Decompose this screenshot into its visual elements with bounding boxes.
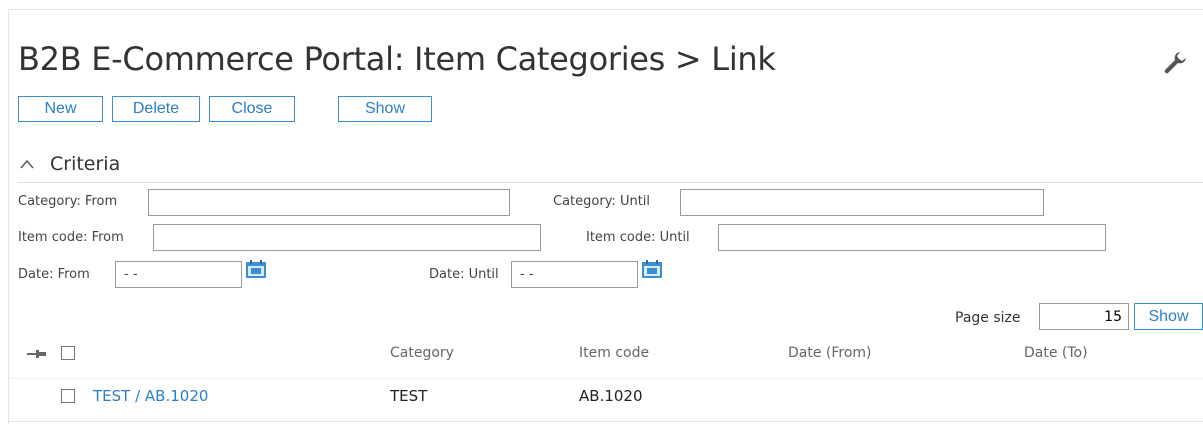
- date-from-input[interactable]: [115, 261, 242, 288]
- item-code-from-input[interactable]: [153, 224, 541, 251]
- new-button[interactable]: New: [18, 96, 103, 122]
- column-header-date-from[interactable]: Date (From): [788, 345, 872, 361]
- close-button[interactable]: Close: [209, 96, 295, 122]
- column-header-date-to[interactable]: Date (To): [1024, 345, 1088, 361]
- date-until-label: Date: Until: [429, 267, 499, 282]
- category-until-input[interactable]: [680, 189, 1044, 216]
- select-all-checkbox[interactable]: [61, 346, 75, 360]
- item-code-until-input[interactable]: [718, 224, 1106, 251]
- calendar-icon[interactable]: [641, 259, 663, 279]
- category-until-label: Category: Until: [553, 194, 651, 209]
- column-header-item-code[interactable]: Item code: [579, 345, 649, 361]
- table-row-link[interactable]: TEST / AB.1020: [93, 387, 208, 405]
- row-item-code: AB.1020: [579, 387, 643, 405]
- show-button[interactable]: Show: [338, 96, 432, 122]
- page-size-show-button[interactable]: Show: [1134, 303, 1203, 330]
- item-code-until-label: Item code: Until: [586, 230, 690, 245]
- column-header-category[interactable]: Category: [390, 345, 454, 361]
- date-until-input[interactable]: [511, 261, 638, 288]
- delete-button[interactable]: Delete: [112, 96, 200, 122]
- criteria-section-header[interactable]: Criteria: [18, 150, 1203, 183]
- page-title: B2B E-Commerce Portal: Item Categories >…: [18, 40, 776, 78]
- category-from-input[interactable]: [148, 189, 510, 216]
- table-bottom-border: [8, 421, 1203, 422]
- row-category: TEST: [390, 387, 428, 405]
- page-size-input[interactable]: [1039, 303, 1129, 330]
- category-from-label: Category: From: [18, 194, 118, 209]
- item-code-from-label: Item code: From: [18, 230, 124, 245]
- page-size-label: Page size: [955, 310, 1021, 326]
- wrench-icon[interactable]: [1160, 48, 1190, 78]
- chevron-up-icon: [20, 159, 34, 169]
- row-checkbox[interactable]: [61, 389, 75, 403]
- pin-icon[interactable]: [27, 348, 49, 360]
- calendar-icon[interactable]: [245, 259, 267, 279]
- date-from-label: Date: From: [18, 267, 90, 282]
- header-divider: [8, 378, 1203, 379]
- criteria-heading: Criteria: [50, 153, 121, 175]
